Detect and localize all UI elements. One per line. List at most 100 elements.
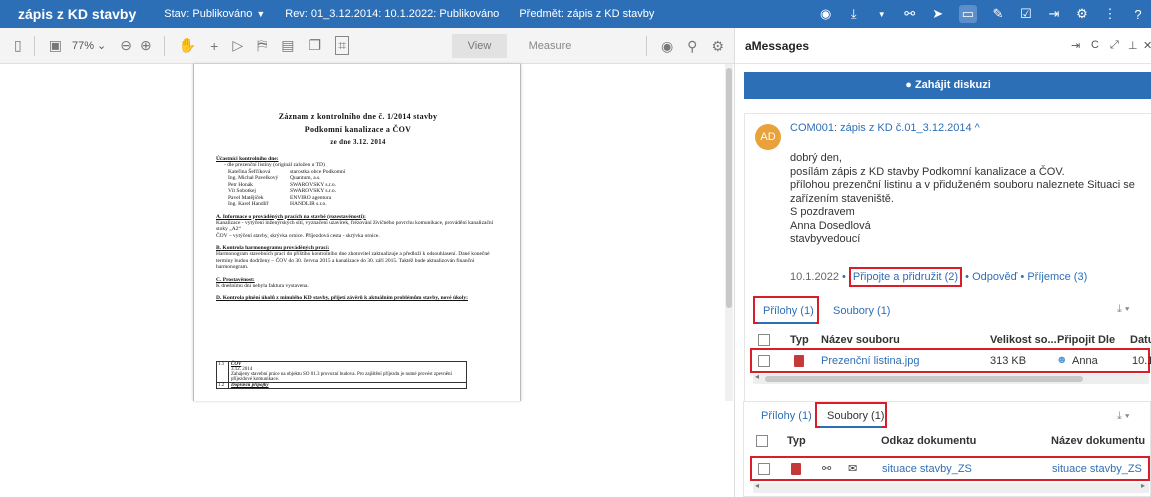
select-all-checkbox[interactable] [756,435,768,447]
document-link[interactable]: situace stavby_ZS [882,463,972,475]
edit-icon[interactable]: ☑ [1019,6,1033,22]
row-number: 1.1 [217,362,229,382]
gear-icon[interactable]: ⚙ [711,38,724,55]
tab-view[interactable]: View [452,34,507,58]
section-a-text: Kanalizace - vytýčení inženýrských sítí,… [216,219,494,233]
export-icon[interactable]: ⇥ [1071,39,1080,52]
messages-header: aMessages ⇥ C ⤢ ⊥ ✕ [735,28,1151,64]
scroll-left-icon[interactable]: ◂ [755,481,759,490]
tab-files[interactable]: Soubory (1) [833,305,890,317]
table-row[interactable]: ⚯ ✉ situace stavby_ZS situace stavby_ZS [750,456,1150,481]
messages-icon[interactable]: ▭ [958,5,977,23]
attach-link[interactable]: Připojte a přidružit (2) [848,267,963,287]
participant-name: Ing. Karel Handlíř [228,201,269,207]
row-checkbox[interactable] [758,355,770,367]
settings-icon[interactable]: ⚙ [1075,6,1089,22]
chat-icon: ● [905,79,915,91]
download-icon[interactable]: ⤓ [847,6,861,22]
comment-line: S pozdravem [790,206,855,218]
document-viewer[interactable]: Záznam z kontrolního dne č. 1/2014 stavb… [0,64,734,401]
recipients-link[interactable]: Příjemce (3) [1027,271,1087,283]
col-date[interactable]: Datu [1130,334,1151,346]
select-all-checkbox[interactable] [758,334,770,346]
row-checkbox[interactable] [758,463,770,475]
viewer-right-tools: ◉ ⚲ ⚙ [645,28,724,64]
col-filename[interactable]: Název souboru [821,334,900,346]
scroll-thumb[interactable] [765,376,1083,382]
refresh-icon[interactable]: C [1091,39,1099,51]
subject-label: Předmět: zápis z KD stavby [519,8,655,20]
col-type[interactable]: Typ [790,334,809,346]
document-name[interactable]: situace stavby_ZS [1052,463,1142,475]
annotate-icon[interactable]: ▷ [232,37,243,54]
col-attached-by[interactable]: Připojit Dle [1057,334,1115,346]
comment-line: Anna Dosedlová [790,219,871,232]
status-dropdown[interactable]: Stav: Publikováno ▼ [164,8,265,20]
divider [33,35,35,56]
revision-label: Rev: 01_3.12.2014: 10.1.2022: Publikován… [285,8,500,20]
row-number: 1.2 [217,383,229,388]
document-scrollbar[interactable] [725,64,733,401]
status-label: Stav: Publikováno [164,8,253,20]
col-document-name[interactable]: Název dokumentu [1051,435,1145,447]
download-icon[interactable]: ⤓ ▾ [1117,410,1130,423]
comment-line: přílohou prezenční listinu a v přidužené… [790,179,1135,205]
eye-icon[interactable]: ◉ [661,38,673,55]
scroll-left-icon[interactable]: ◂ [755,372,759,381]
zoom-out-icon[interactable]: ⊖ [120,37,132,54]
user-icon: ☻ [1056,354,1068,366]
filename-link[interactable]: Prezenční listina.jpg [821,355,919,367]
reply-link[interactable]: Odpověď [972,271,1017,283]
sidebar-toggle-icon[interactable]: ▯ [14,37,22,54]
scroll-right-icon[interactable]: ▸ [1141,481,1145,490]
pan-icon[interactable]: ✋ [179,37,196,54]
attach-icon[interactable]: ✎ [991,6,1005,22]
tab-files[interactable]: Soubory (1) [815,402,887,428]
close-icon[interactable]: ✕ [1143,39,1151,52]
separator-dot: • [842,271,846,283]
help-icon[interactable]: ? [1131,7,1145,22]
table-row[interactable]: Prezenční listina.jpg 313 KB ☻ Anna 10.1 [750,348,1151,373]
divider [163,35,165,56]
record-icon[interactable]: ◉ [819,6,833,22]
page-fit-icon[interactable]: ▣ [49,37,62,54]
pin-icon[interactable]: ⊥ [1128,39,1138,52]
tab-attachments[interactable]: Přílohy (1) [761,410,812,422]
document-icon[interactable]: ▤ [281,37,294,54]
col-size[interactable]: Velikost so... [990,334,1057,346]
image-file-icon [794,355,804,367]
chevron-down-icon[interactable]: ▼ [875,10,889,19]
avatar: AD [755,124,781,150]
share-icon[interactable]: ⇥ [1047,6,1061,22]
search-icon[interactable]: ⚲ [687,38,697,55]
tasks-table: 1.1 ČOV 3.12. 2014 Zahájeny stavební prá… [216,361,467,389]
col-type[interactable]: Typ [787,435,806,447]
crosshair-icon[interactable]: + [210,38,218,54]
select-area-icon[interactable]: ⌗ [335,36,349,55]
tab-attachments[interactable]: Přílohy (1) [753,296,819,324]
comment-title[interactable]: COM001: zápis z KD č.01_3.12.2014 ^ [790,122,980,134]
copy-icon[interactable]: ❐ [309,37,322,54]
attachments-scrollbar[interactable]: ◂ [753,372,1149,384]
expand-icon[interactable]: ⤢ [1110,39,1119,52]
start-discussion-label: Zahájit diskuzi [914,79,991,91]
separator-dot: • [965,271,969,283]
send-icon[interactable]: ➤ [931,6,945,22]
scroll-thumb[interactable] [726,68,732,308]
comment-line: stavbyvedoucí [790,233,861,245]
files-scrollbar[interactable]: ◂ ▸ [753,481,1149,493]
bookmark-icon[interactable]: ⛿ [257,37,267,54]
start-discussion-button[interactable]: ● Zahájit diskuzi [744,72,1151,99]
active-tab-indicator [820,426,882,428]
download-icon[interactable]: ⤓ ▾ [1117,303,1130,316]
zoom-in-icon[interactable]: ⊕ [140,37,152,54]
link-icon[interactable]: ⚯ [903,6,917,22]
separator-dot: • [1020,271,1025,283]
document-title: zápis z KD stavby [18,6,137,22]
comment-line: dobrý den, [790,152,842,164]
col-document-link[interactable]: Odkaz dokumentu [881,435,976,447]
tab-measure[interactable]: Measure [520,34,580,58]
more-icon[interactable]: ⋮ [1103,6,1117,22]
link-icon: ⚯ [822,463,832,475]
zoom-select[interactable]: 77% ⌄ [72,39,106,52]
